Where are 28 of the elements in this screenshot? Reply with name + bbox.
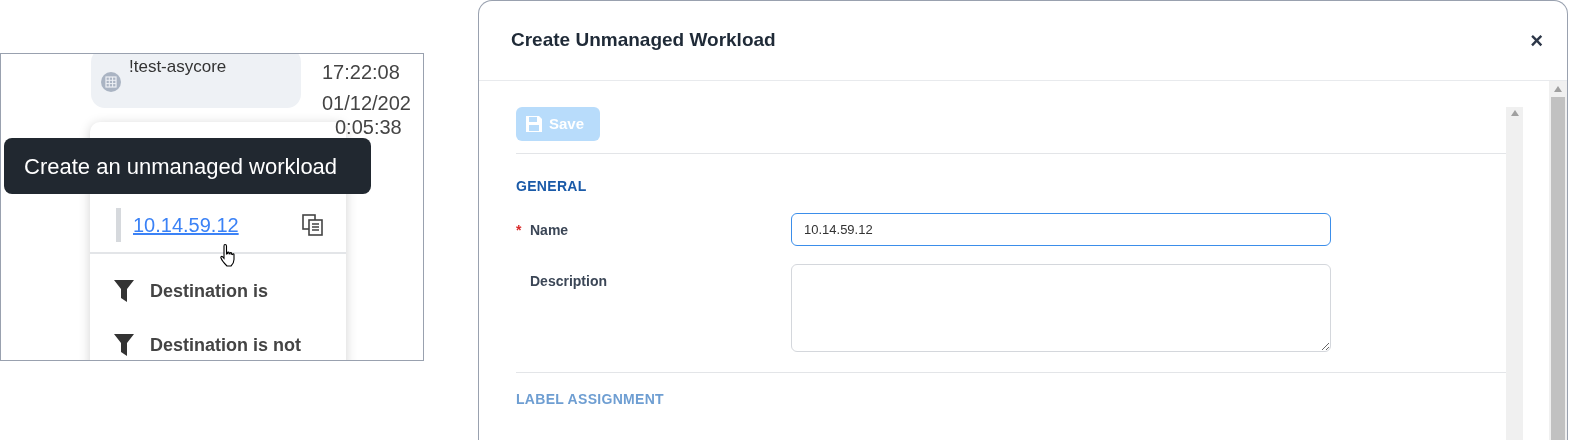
field-label: Description: [530, 272, 607, 291]
dialog-title: Create Unmanaged Workload: [511, 28, 776, 53]
description-field[interactable]: [791, 264, 1331, 352]
time-text: 17:22:08: [322, 62, 400, 82]
filter-icon: [114, 280, 134, 302]
grid-icon: [101, 72, 121, 92]
copy-icon[interactable]: [302, 214, 324, 236]
section-heading: LABEL ASSIGNMENT: [516, 390, 665, 409]
time-text: 01/12/202: [322, 93, 411, 113]
save-icon: [525, 115, 543, 133]
filter-icon: [114, 334, 134, 356]
scrollbar[interactable]: [1506, 107, 1523, 440]
scroll-up-icon[interactable]: [1510, 110, 1519, 116]
scroll-up-icon[interactable]: [1554, 86, 1562, 92]
hand-pointer-icon: [220, 243, 238, 267]
tag-chip[interactable]: !test-asycore: [91, 54, 301, 108]
close-button[interactable]: ×: [1530, 29, 1543, 52]
tooltip: Create an unmanaged workload: [4, 138, 371, 194]
menu-item[interactable]: Destination is: [90, 264, 346, 318]
name-field[interactable]: 10.14.59.12: [791, 213, 1331, 246]
field-label: Name: [530, 221, 569, 240]
section-heading: GENERAL: [516, 177, 588, 196]
address-link[interactable]: 10.14.59.12: [133, 210, 239, 240]
menu-item[interactable]: Destination is not: [90, 318, 346, 360]
marker-bar: [116, 208, 121, 242]
required-marker: *: [516, 221, 523, 240]
time-text: 0:05:38: [335, 117, 402, 137]
scrollbar[interactable]: [1549, 81, 1567, 440]
